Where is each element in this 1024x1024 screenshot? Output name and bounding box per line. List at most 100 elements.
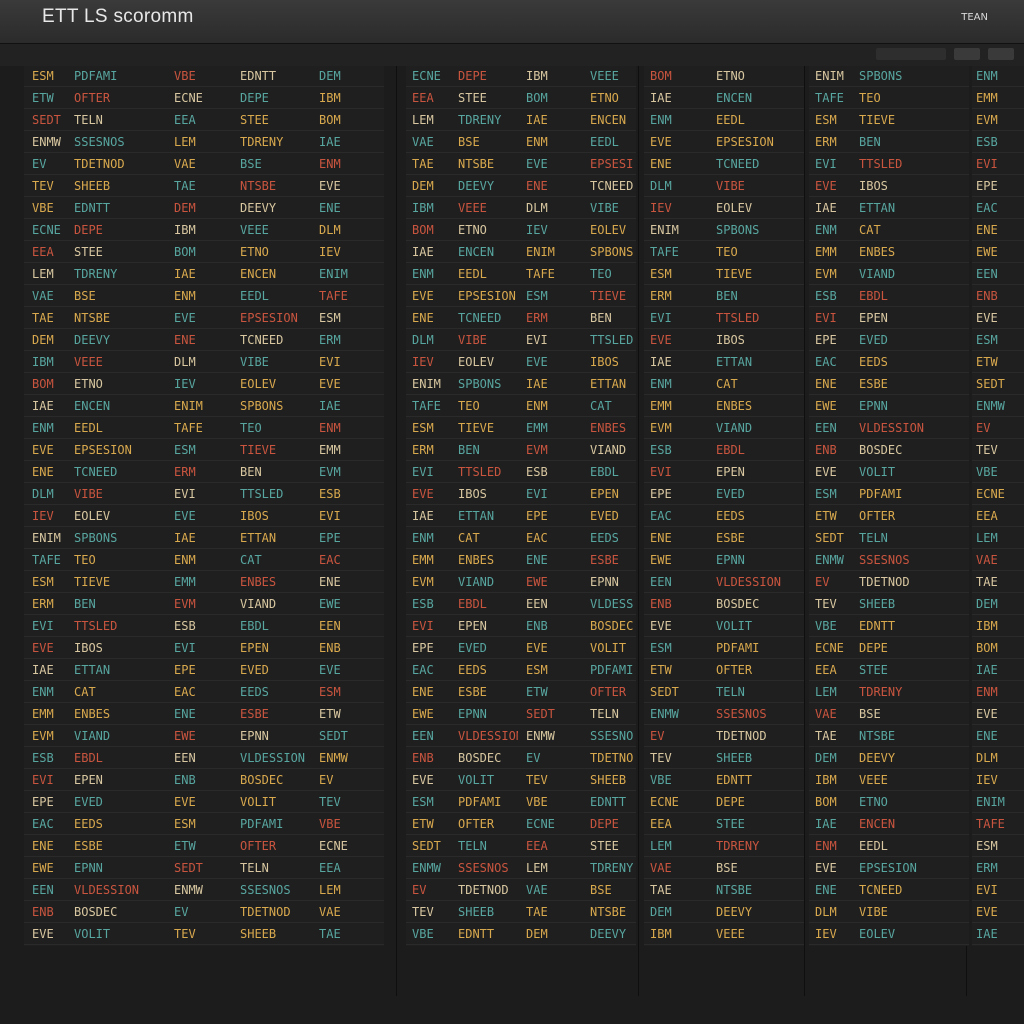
table-row[interactable]: ENE xyxy=(972,220,1024,241)
table-row[interactable]: TAE NTSBE EVE EPSESION xyxy=(406,154,636,175)
table-row[interactable]: ENM EEDL xyxy=(644,110,804,131)
table-row[interactable]: EV TDETNOD VAE BSE ENM xyxy=(24,154,384,175)
table-row[interactable]: VAE BSE ENM EEDL xyxy=(406,132,636,153)
table-row[interactable]: EV TDETNOD xyxy=(809,572,969,593)
table-row[interactable]: EVI TTSLED xyxy=(644,308,804,329)
table-row[interactable]: EEN VLDESSION ENMW SSESNOS LEM xyxy=(24,880,384,901)
table-row[interactable]: ENMW SSESNOS xyxy=(644,704,804,725)
table-row[interactable]: TAE xyxy=(972,572,1024,593)
table-row[interactable]: ENE ESBE ETW OFTER ECNE xyxy=(24,836,384,857)
table-row[interactable]: EVI xyxy=(972,880,1024,901)
table-row[interactable]: ENMW SSESNOS LEM TDRENY IAE xyxy=(24,132,384,153)
table-row[interactable]: TEV SHEEB xyxy=(644,748,804,769)
table-row[interactable]: ENM EEDL TAFE TEO xyxy=(406,264,636,285)
table-row[interactable]: IBM VEEE DLM VIBE EVI xyxy=(24,352,384,373)
table-row[interactable]: DEM DEEVY xyxy=(809,748,969,769)
table-row[interactable]: ESM TIEVE xyxy=(644,264,804,285)
table-row[interactable]: EVE xyxy=(972,902,1024,923)
table-row[interactable]: SEDT TELN EEA STEE BOM xyxy=(24,110,384,131)
search-field-icon[interactable] xyxy=(876,48,946,60)
table-row[interactable]: EMM ENBES xyxy=(644,396,804,417)
table-row[interactable]: ENM CAT EAC EEDS ESM xyxy=(24,682,384,703)
column-divider[interactable] xyxy=(396,66,397,996)
table-row[interactable]: LEM TDRENY xyxy=(809,682,969,703)
table-row[interactable]: EVM VIAND xyxy=(644,418,804,439)
table-row[interactable]: DLM VIBE xyxy=(644,176,804,197)
table-row[interactable]: EAC xyxy=(972,198,1024,219)
table-row[interactable]: EVE IBOS EVI EPEN xyxy=(406,484,636,505)
table-row[interactable]: VAE BSE xyxy=(809,704,969,725)
table-row[interactable]: DEM DEEVY xyxy=(644,902,804,923)
table-row[interactable]: IAE ETTAN EPE EVED EVE xyxy=(24,660,384,681)
table-row[interactable]: ENMW SSESNOS xyxy=(809,550,969,571)
table-row[interactable]: ERM BEN EVM VIAND EWE xyxy=(24,594,384,615)
table-row[interactable]: VBE EDNTT DEM DEEVY xyxy=(406,924,636,945)
table-row[interactable]: EAC EEDS xyxy=(809,352,969,373)
table-row[interactable]: ERM BEN xyxy=(644,286,804,307)
table-row[interactable]: ENB BOSDEC EV TDETNOD VAE xyxy=(24,902,384,923)
table-row[interactable]: BOM ETNO IEV EOLEV EVE xyxy=(24,374,384,395)
table-row[interactable]: ESM PDFAMI VBE EDNTT DEM xyxy=(24,66,384,87)
table-row[interactable]: VBE EDNTT xyxy=(809,616,969,637)
table-row[interactable]: ENIM SPBONS IAE ETTAN xyxy=(406,374,636,395)
table-row[interactable]: DEM DEEVY ENE TCNEED ERM xyxy=(24,330,384,351)
table-row[interactable]: LEM TDRENY xyxy=(644,836,804,857)
table-row[interactable]: ENE TCNEED xyxy=(644,154,804,175)
table-row[interactable]: TAE NTSBE xyxy=(644,880,804,901)
table-row[interactable]: ENIM xyxy=(972,792,1024,813)
table-row[interactable]: DEM xyxy=(972,594,1024,615)
table-row[interactable]: EWE EPNN SEDT TELN xyxy=(406,704,636,725)
table-row[interactable]: ERM BEN xyxy=(809,132,969,153)
table-row[interactable]: ESB xyxy=(972,132,1024,153)
table-row[interactable]: EVE xyxy=(972,308,1024,329)
table-row[interactable]: ENE TCNEED ERM BEN EVM xyxy=(24,462,384,483)
table-row[interactable]: EVI EPEN xyxy=(644,462,804,483)
table-row[interactable]: ESM PDFAMI xyxy=(809,484,969,505)
table-row[interactable]: ECNE DEPE IBM VEEE xyxy=(406,66,636,87)
table-row[interactable]: EEN VLDESSION xyxy=(644,572,804,593)
table-row[interactable]: EVE IBOS xyxy=(644,330,804,351)
table-row[interactable]: TAFE TEO xyxy=(644,242,804,263)
table-row[interactable]: EMM ENBES ENE ESBE xyxy=(406,550,636,571)
table-row[interactable]: EVI TTSLED ESB EBDL xyxy=(406,462,636,483)
table-row[interactable]: EAC EEDS ESM PDFAMI xyxy=(406,660,636,681)
table-row[interactable]: ENB BOSDEC xyxy=(644,594,804,615)
filter-icon[interactable] xyxy=(954,48,980,60)
table-row[interactable]: EEN VLDESSION ENMW SSESNOS xyxy=(406,726,636,747)
table-row[interactable]: BOM ETNO xyxy=(644,66,804,87)
table-row[interactable]: IBM xyxy=(972,616,1024,637)
table-row[interactable]: IAE xyxy=(972,924,1024,945)
table-row[interactable]: LEM TDRENY IAE ENCEN ENIM xyxy=(24,264,384,285)
column-divider[interactable] xyxy=(804,66,805,996)
table-row[interactable]: VBE xyxy=(972,462,1024,483)
table-row[interactable]: EVM VIAND xyxy=(809,264,969,285)
table-row[interactable]: ENE ESBE xyxy=(644,528,804,549)
table-row[interactable]: ERM BEN EVM VIAND xyxy=(406,440,636,461)
table-row[interactable]: ENM CAT xyxy=(809,220,969,241)
table-row[interactable]: EVI EPEN ENB BOSDEC EV xyxy=(24,770,384,791)
table-row[interactable]: EVE VOLIT TEV SHEEB TAE xyxy=(24,924,384,945)
table-row[interactable]: EVE IBOS EVI EPEN ENB xyxy=(24,638,384,659)
column-divider[interactable] xyxy=(638,66,639,996)
table-row[interactable]: ENM EEDL TAFE TEO ENM xyxy=(24,418,384,439)
table-row[interactable]: EVE VOLIT xyxy=(644,616,804,637)
table-row[interactable]: IBM VEEE xyxy=(644,924,804,945)
table-row[interactable]: EPE EVED xyxy=(644,484,804,505)
table-row[interactable]: IBM VEEE xyxy=(809,770,969,791)
table-row[interactable]: IAE ETTAN xyxy=(809,198,969,219)
table-row[interactable]: ENE xyxy=(972,726,1024,747)
table-row[interactable]: SEDT TELN xyxy=(644,682,804,703)
table-row[interactable]: EVE EPSESION xyxy=(809,858,969,879)
table-row[interactable]: ECNE xyxy=(972,484,1024,505)
table-row[interactable]: EEA STEE BOM ETNO IEV xyxy=(24,242,384,263)
table-row[interactable]: TAFE TEO ENM CAT EAC xyxy=(24,550,384,571)
table-row[interactable]: SEDT TELN xyxy=(809,528,969,549)
table-row[interactable]: ESM PDFAMI VBE EDNTT xyxy=(406,792,636,813)
table-row[interactable]: ENE ESBE xyxy=(809,374,969,395)
table-row[interactable]: VAE BSE xyxy=(644,858,804,879)
table-row[interactable]: EVM VIAND EWE EPNN xyxy=(406,572,636,593)
table-row[interactable]: EVM xyxy=(972,110,1024,131)
table-row[interactable]: ESM PDFAMI xyxy=(644,638,804,659)
table-row[interactable]: TAE NTSBE xyxy=(809,726,969,747)
table-row[interactable]: IEV EOLEV EVE IBOS xyxy=(406,352,636,373)
